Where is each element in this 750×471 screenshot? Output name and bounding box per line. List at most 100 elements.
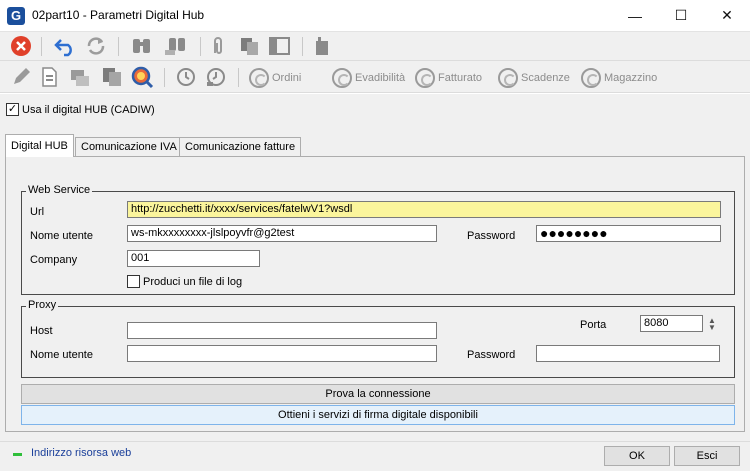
ordini-label: Ordini [272, 72, 302, 84]
tab-digital-hub[interactable]: Digital HUB [5, 134, 74, 157]
ordini-icon [249, 68, 269, 88]
scadenze-button[interactable]: Scadenze [498, 67, 570, 89]
zoom-button[interactable] [130, 65, 154, 89]
new-document-icon [42, 67, 57, 87]
maximize-button[interactable]: ☐ [658, 0, 704, 31]
window-title: 02part10 - Parametri Digital Hub [32, 8, 205, 22]
print-preview-button[interactable] [68, 66, 92, 88]
use-hub-checkbox[interactable]: ✓ [6, 103, 19, 116]
undo-icon [54, 39, 72, 57]
copy-button[interactable] [238, 35, 262, 57]
search-button[interactable] [130, 35, 154, 57]
proxy-legend: Proxy [26, 299, 59, 311]
binoculars-next-icon [165, 38, 185, 55]
search-next-button[interactable] [164, 35, 188, 57]
ok-button[interactable]: OK [604, 446, 670, 466]
app-icon: G [7, 7, 25, 25]
tab-comunicazione-iva-label: Comunicazione IVA [81, 141, 177, 153]
exit-button[interactable]: Esci [674, 446, 740, 466]
tab-comunicazione-fatture[interactable]: Comunicazione fatture [179, 137, 302, 156]
password-input[interactable]: ●●●●●●●● [536, 225, 721, 242]
use-hub-label: Usa il digital HUB (CADIW) [22, 103, 155, 116]
history-button[interactable] [174, 66, 198, 88]
title-bar: G 02part10 - Parametri Digital Hub — ☐ ✕ [0, 0, 750, 31]
copy-icon [241, 38, 258, 55]
history-back-icon [207, 68, 225, 86]
log-label: Produci un file di log [143, 275, 243, 288]
duplicate-icon [103, 68, 121, 86]
ok-label: OK [629, 450, 645, 462]
url-label: Url [30, 206, 45, 218]
phone-button[interactable] [312, 35, 332, 57]
layout-icon [269, 37, 290, 55]
porta-input[interactable]: 8080 [640, 315, 703, 332]
web-service-legend: Web Service [26, 184, 93, 196]
porta-spinner[interactable]: ▲ ▼ [705, 315, 719, 332]
company-input[interactable]: 001 [127, 250, 260, 267]
close-record-button[interactable] [10, 35, 32, 57]
tab-comunicazione-fatture-label: Comunicazione fatture [185, 141, 296, 153]
use-hub-row: ✓ Usa il digital HUB (CADIW) [6, 103, 155, 116]
password-label: Password [467, 230, 516, 242]
binoculars-icon [133, 39, 150, 53]
zoom-icon [131, 66, 154, 89]
secondary-toolbar: Ordini Evadibilità Fatturato Scadenze Ma… [0, 60, 750, 93]
company-label: Company [30, 254, 78, 266]
edit-pencil-icon [14, 68, 30, 84]
attach-button[interactable] [208, 35, 228, 57]
maximize-icon: ☐ [674, 7, 688, 23]
close-window-button[interactable]: ✕ [704, 0, 750, 31]
username-input[interactable]: ws-mkxxxxxxxx-jlslpoyvfr@g2test [127, 225, 437, 242]
ordini-button[interactable]: Ordini [249, 67, 301, 89]
get-signature-services-button[interactable]: Ottieni i servizi di firma digitale disp… [21, 405, 735, 425]
proxy-username-label: Nome utente [30, 349, 93, 361]
duplicate-button[interactable] [100, 66, 124, 88]
layout-button[interactable] [268, 35, 292, 57]
proxy-password-label: Password [467, 349, 516, 361]
undo-button[interactable] [54, 35, 78, 57]
test-connection-button[interactable]: Prova la connessione [21, 384, 735, 404]
host-label: Host [30, 325, 53, 337]
resource-link[interactable]: Indirizzo risorsa web [31, 447, 131, 459]
log-checkbox[interactable] [127, 275, 140, 288]
username-label: Nome utente [30, 230, 93, 242]
history-back-button[interactable] [204, 66, 228, 88]
spin-down-icon[interactable]: ▼ [708, 323, 716, 331]
proxy-group [21, 306, 735, 378]
print-preview-icon [71, 70, 89, 86]
minimize-icon: — [628, 7, 642, 24]
scadenze-label: Scadenze [521, 72, 570, 84]
edit-button[interactable] [10, 66, 32, 88]
evadibilita-button[interactable]: Evadibilità [332, 67, 405, 89]
exit-label: Esci [696, 450, 718, 462]
resource-marker-icon [13, 453, 22, 456]
refresh-button[interactable] [84, 35, 108, 57]
host-input[interactable] [127, 322, 437, 339]
porta-label: Porta [580, 319, 607, 331]
main-toolbar [0, 31, 750, 60]
magazzino-button[interactable]: Magazzino [581, 67, 657, 89]
close-icon: ✕ [721, 7, 733, 23]
paperclip-icon [214, 37, 222, 54]
log-row: Produci un file di log [127, 275, 242, 288]
proxy-password-input[interactable] [536, 345, 720, 362]
magazzino-label: Magazzino [604, 72, 658, 84]
fatturato-icon [415, 68, 435, 88]
tab-comunicazione-iva[interactable]: Comunicazione IVA [75, 137, 183, 156]
url-input[interactable]: http://zucchetti.it/xxxx/services/fatelw… [127, 201, 721, 218]
fatturato-button[interactable]: Fatturato [415, 67, 482, 89]
phone-icon [316, 37, 328, 55]
history-icon [177, 68, 195, 86]
refresh-icon [87, 37, 105, 55]
evadibilita-label: Evadibilità [355, 72, 406, 84]
proxy-username-input[interactable] [127, 345, 437, 362]
tab-digital-hub-label: Digital HUB [11, 140, 68, 152]
evadibilita-icon [332, 68, 352, 88]
magazzino-icon [581, 68, 601, 88]
new-document-button[interactable] [38, 66, 60, 88]
close-circle-icon [11, 36, 31, 56]
scadenze-icon [498, 68, 518, 88]
test-connection-label: Prova la connessione [325, 388, 431, 400]
fatturato-label: Fatturato [438, 72, 483, 84]
minimize-button[interactable]: — [612, 0, 658, 31]
